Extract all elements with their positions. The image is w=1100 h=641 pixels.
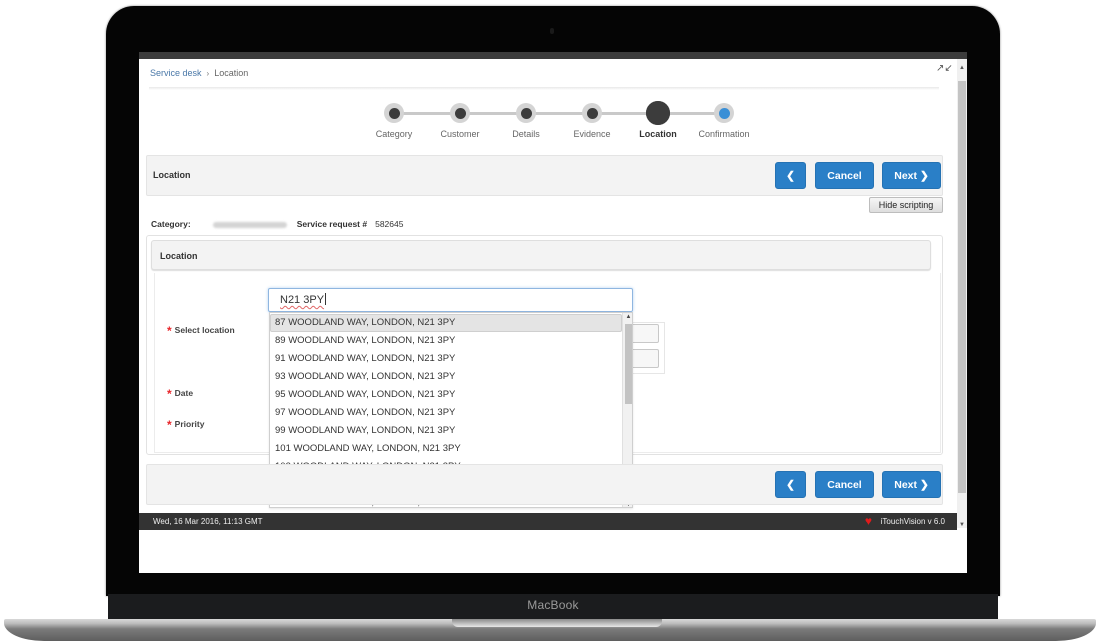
next-label: Next bbox=[894, 169, 918, 182]
step-location[interactable]: Location bbox=[623, 101, 693, 139]
chevron-left-icon: ❮ bbox=[786, 478, 795, 491]
scrollbar-thumb[interactable] bbox=[625, 324, 632, 404]
step-dot bbox=[714, 103, 734, 123]
progress-stepper: Category Customer Details Evidence Locat… bbox=[359, 101, 759, 145]
step-label: Confirmation bbox=[698, 129, 750, 139]
request-meta: Category: Service request # 582645 bbox=[151, 219, 403, 229]
step-label: Category bbox=[375, 129, 413, 139]
heart-icon: ♥ bbox=[864, 514, 872, 528]
section-header: Location bbox=[151, 240, 931, 270]
chevron-left-icon: ❮ bbox=[786, 169, 795, 182]
step-label: Details bbox=[512, 129, 540, 139]
camera-icon bbox=[550, 28, 554, 34]
chevron-right-icon: ❯ bbox=[919, 169, 929, 182]
suggestion-item[interactable]: 93 WOODLAND WAY, LONDON, N21 3PY bbox=[270, 368, 622, 386]
hide-scripting-button[interactable]: Hide scripting bbox=[869, 197, 943, 213]
suggestion-item[interactable]: 91 WOODLAND WAY, LONDON, N21 3PY bbox=[270, 350, 622, 368]
app-content: Service desk › Location ↗↙ Category Custom… bbox=[139, 59, 957, 573]
suggestion-item[interactable]: 87 WOODLAND WAY, LONDON, N21 3PY bbox=[270, 314, 622, 332]
status-datetime: Wed, 16 Mar 2016, 11:13 GMT bbox=[153, 517, 263, 526]
page-scrollbar[interactable]: ▲ ▼ bbox=[957, 59, 967, 528]
breadcrumb-separator: › bbox=[206, 69, 210, 78]
next-button[interactable]: Next ❯ bbox=[882, 471, 941, 498]
step-evidence[interactable]: Evidence bbox=[557, 103, 627, 139]
collapse-icon[interactable]: ↗↙ bbox=[936, 63, 953, 74]
service-request-label: Service request # bbox=[296, 219, 368, 229]
step-dot bbox=[384, 103, 404, 123]
step-dot bbox=[646, 101, 670, 125]
laptop-base bbox=[4, 619, 1096, 641]
step-dot bbox=[450, 103, 470, 123]
category-label: Category: bbox=[151, 219, 191, 229]
step-details[interactable]: Details bbox=[491, 103, 561, 139]
next-label: Next bbox=[894, 478, 918, 491]
text-caret bbox=[325, 293, 327, 305]
screen: Service desk › Location ↗↙ Category Custom… bbox=[139, 52, 967, 573]
step-confirmation[interactable]: Confirmation bbox=[689, 103, 759, 139]
step-category[interactable]: Category bbox=[359, 103, 429, 139]
brand-label: MacBook bbox=[527, 598, 579, 612]
scroll-up-icon[interactable]: ▲ bbox=[957, 63, 967, 73]
step-label: Customer bbox=[440, 129, 480, 139]
step-dot bbox=[582, 103, 602, 123]
suggestion-item[interactable]: 97 WOODLAND WAY, LONDON, N21 3PY bbox=[270, 404, 622, 422]
app-topbar bbox=[139, 52, 967, 59]
required-marker: * bbox=[167, 387, 172, 401]
suggestion-item[interactable]: 99 WOODLAND WAY, LONDON, N21 3PY bbox=[270, 422, 622, 440]
scroll-down-icon[interactable]: ▼ bbox=[957, 520, 967, 530]
app-version: iTouchVision v 6.0 bbox=[880, 517, 945, 526]
cancel-button[interactable]: Cancel bbox=[815, 162, 874, 189]
scroll-up-icon[interactable]: ▲ bbox=[623, 314, 632, 320]
scrollbar-thumb[interactable] bbox=[958, 81, 966, 493]
breadcrumb-current: Location bbox=[214, 68, 249, 78]
panel-footer: ❮ Cancel Next ❯ bbox=[146, 464, 943, 505]
location-search-input[interactable]: N21 3PY bbox=[268, 288, 633, 312]
cancel-button[interactable]: Cancel bbox=[815, 471, 874, 498]
laptop-notch bbox=[452, 619, 662, 627]
breadcrumb-service-desk[interactable]: Service desk bbox=[150, 68, 202, 78]
back-button[interactable]: ❮ bbox=[775, 471, 806, 498]
next-button[interactable]: Next ❯ bbox=[882, 162, 941, 189]
panel-header: Location ❮ Cancel Next ❯ bbox=[146, 155, 943, 196]
status-bar: Wed, 16 Mar 2016, 11:13 GMT ♥ iTouchVisi… bbox=[139, 513, 957, 530]
laptop-chin: MacBook bbox=[108, 594, 998, 619]
service-request-number: 582645 bbox=[375, 219, 404, 229]
suggestion-item[interactable]: 101 WOODLAND WAY, LONDON, N21 3PY bbox=[270, 440, 622, 458]
category-value-redacted bbox=[212, 221, 287, 228]
step-label: Evidence bbox=[573, 129, 611, 139]
required-marker: * bbox=[167, 324, 172, 338]
panel-title: Location bbox=[153, 170, 191, 180]
step-dot bbox=[516, 103, 536, 123]
date-label: * Date bbox=[167, 387, 194, 401]
priority-label: * Priority bbox=[167, 418, 205, 432]
suggestion-item[interactable]: 89 WOODLAND WAY, LONDON, N21 3PY bbox=[270, 332, 622, 350]
chevron-right-icon: ❯ bbox=[919, 478, 929, 491]
step-label: Location bbox=[639, 129, 677, 139]
section-title: Location bbox=[160, 251, 198, 261]
select-location-label: * Select location bbox=[167, 324, 235, 338]
breadcrumb-divider bbox=[149, 87, 939, 90]
required-marker: * bbox=[167, 418, 172, 432]
step-customer[interactable]: Customer bbox=[425, 103, 495, 139]
breadcrumb: Service desk › Location bbox=[150, 68, 248, 78]
back-button[interactable]: ❮ bbox=[775, 162, 806, 189]
suggestion-item[interactable]: 95 WOODLAND WAY, LONDON, N21 3PY bbox=[270, 386, 622, 404]
